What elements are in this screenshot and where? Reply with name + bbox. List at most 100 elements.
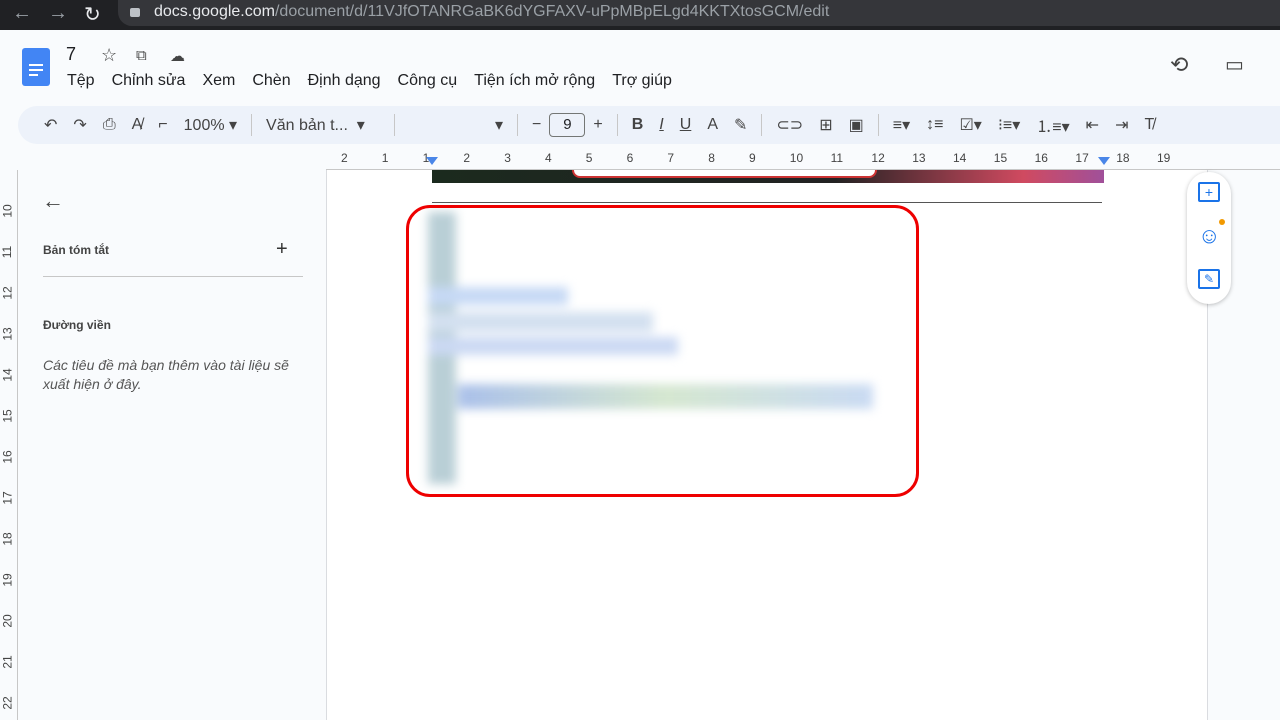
ruler-label: 4 — [545, 151, 552, 165]
divider — [517, 114, 519, 136]
spellcheck-icon[interactable]: A̸ — [124, 116, 151, 134]
ruler-label: 16 — [1034, 151, 1048, 165]
link-icon[interactable]: ⊂⊃ — [768, 115, 811, 135]
ruler-label: 14 — [953, 151, 967, 165]
decrease-indent-icon[interactable]: ⇤ — [1078, 115, 1107, 135]
ruler-label: 8 — [708, 151, 715, 165]
text-color-icon[interactable]: A — [699, 116, 726, 134]
url-path: /document/d/11VJfOTANRGaBK6dYGFAXV-uPpMB… — [274, 3, 830, 20]
font-select[interactable]: ▾ — [401, 115, 511, 135]
menu-help[interactable]: Trợ giúp — [612, 72, 672, 90]
suggest-edits-icon[interactable]: ✎ — [1198, 269, 1220, 289]
line-spacing-icon[interactable]: ↕≡ — [918, 116, 951, 134]
numbered-list-icon[interactable]: ⒈≡▾ — [1028, 113, 1077, 137]
ruler-label: 2 — [463, 151, 471, 165]
ruler-label: 14 — [0, 368, 15, 382]
image-fragment-highlight — [572, 170, 877, 178]
ruler-label: 15 — [0, 409, 15, 423]
back-icon[interactable]: ← — [12, 2, 32, 25]
zoom-value: 100% — [183, 117, 225, 134]
menu-view[interactable]: Xem — [202, 72, 235, 90]
menu-extensions[interactable]: Tiện ích mở rộng — [474, 72, 595, 90]
add-comment-icon[interactable]: + — [1198, 182, 1220, 202]
outline-panel: ← Bản tóm tắt + Đường viền Các tiêu đề m… — [18, 170, 325, 720]
ruler-label: 1 — [381, 151, 389, 165]
divider — [394, 114, 396, 136]
cloud-saved-icon[interactable]: ☁ — [170, 47, 185, 65]
ruler-label: 22 — [0, 696, 15, 710]
menu-tools[interactable]: Công cụ — [398, 72, 458, 90]
align-icon[interactable]: ≡▾ — [885, 115, 918, 135]
underline-icon[interactable]: U — [672, 116, 700, 134]
menu-file[interactable]: Tệp — [67, 72, 95, 90]
ruler-label: 13 — [912, 151, 926, 165]
ruler-label: 18 — [1116, 151, 1130, 165]
ruler-label: 21 — [0, 655, 15, 669]
ruler-label: 10 — [0, 204, 15, 218]
vertical-ruler[interactable]: 10 11 12 13 14 15 16 17 18 19 20 21 22 — [0, 170, 18, 720]
decrease-font-size-icon[interactable]: − — [524, 116, 549, 134]
ruler-left-indent-marker[interactable] — [426, 157, 438, 165]
emoji-reaction-icon[interactable]: ☺ — [1198, 225, 1220, 247]
insert-image-icon[interactable]: ▣ — [841, 115, 872, 135]
ruler-label: 12 — [871, 151, 885, 165]
doc-title[interactable]: 7 — [66, 44, 76, 65]
ruler-label: 6 — [626, 151, 634, 165]
checklist-icon[interactable]: ☑▾ — [951, 115, 989, 135]
zoom-select[interactable]: 100% ▾ — [176, 115, 245, 135]
undo-icon[interactable]: ↶ — [36, 115, 65, 135]
bold-icon[interactable]: B — [624, 116, 652, 134]
menu-format[interactable]: Định dạng — [308, 72, 381, 90]
ruler-label: 19 — [0, 573, 15, 587]
font-size-input[interactable]: 9 — [549, 113, 586, 137]
docs-logo-icon[interactable] — [22, 48, 50, 86]
ruler-label: 17 — [1075, 151, 1089, 165]
comments-icon[interactable]: ▭ — [1225, 52, 1244, 77]
increase-indent-icon[interactable]: ⇥ — [1107, 115, 1136, 135]
menu-bar: Tệp Chỉnh sửa Xem Chèn Định dạng Công cụ… — [67, 72, 672, 90]
floating-actions: + ☺ ✎ — [1187, 172, 1231, 304]
star-icon[interactable]: ☆ — [101, 45, 117, 66]
divider — [761, 114, 763, 136]
ruler-label: 11 — [830, 151, 844, 165]
print-icon[interactable]: ⎙ — [95, 116, 124, 134]
ruler-right-indent-marker[interactable] — [1098, 157, 1110, 165]
highlight-icon[interactable]: ✎ — [726, 115, 755, 135]
back-arrow-icon[interactable]: ← — [42, 188, 64, 214]
ruler-label: 11 — [0, 245, 15, 259]
paint-format-icon[interactable]: ⌐ — [150, 116, 175, 134]
notification-dot — [1219, 219, 1225, 225]
ruler-label: 17 — [0, 491, 15, 505]
ruler-label: 2 — [341, 151, 348, 165]
ruler-label: 3 — [504, 151, 511, 165]
ruler-label: 10 — [789, 151, 804, 165]
add-comment-icon[interactable]: ⊞ — [811, 115, 840, 135]
divider — [43, 276, 303, 277]
style-value: Văn bản t... — [266, 117, 348, 134]
ruler-label: 12 — [0, 286, 15, 300]
ruler-label: 13 — [0, 327, 15, 341]
bulleted-list-icon[interactable]: ⁝≡▾ — [990, 115, 1028, 135]
toolbar: ↶ ↷ ⎙ A̸ ⌐ 100% ▾ Văn bản t... ▾ ▾ − 9 +… — [18, 106, 1280, 144]
menu-edit[interactable]: Chỉnh sửa — [112, 72, 186, 90]
version-history-icon[interactable]: ⟲ — [1170, 52, 1188, 78]
menu-insert[interactable]: Chèn — [252, 72, 290, 90]
summary-label: Bản tóm tắt — [43, 243, 109, 257]
add-summary-icon[interactable]: + — [276, 238, 288, 261]
clear-formatting-icon[interactable]: T̸ — [1136, 116, 1162, 134]
url-text[interactable]: docs.google.com/document/d/11VJfOTANRGaB… — [154, 3, 829, 21]
style-select[interactable]: Văn bản t... ▾ — [258, 115, 388, 135]
ruler-label: 5 — [585, 151, 593, 165]
increase-font-size-icon[interactable]: + — [585, 116, 610, 134]
move-folder-icon[interactable]: ⧉ — [136, 47, 147, 64]
outline-empty-text: Các tiêu đề mà bạn thêm vào tài liệu sẽ … — [43, 357, 289, 392]
italic-icon[interactable]: I — [651, 116, 671, 134]
url-domain: docs.google.com — [154, 3, 275, 20]
forward-icon[interactable]: → — [48, 2, 68, 25]
reload-icon[interactable]: ↻ — [84, 2, 101, 27]
ruler-label: 19 — [1157, 151, 1171, 165]
horizontal-ruler[interactable]: 2 1 1 2 3 4 5 6 7 8 9 10 11 12 13 14 15 16 17 18 19 — [326, 150, 1280, 170]
horizontal-line — [432, 202, 1102, 203]
ruler-label: 20 — [0, 614, 15, 628]
redo-icon[interactable]: ↷ — [65, 115, 94, 135]
